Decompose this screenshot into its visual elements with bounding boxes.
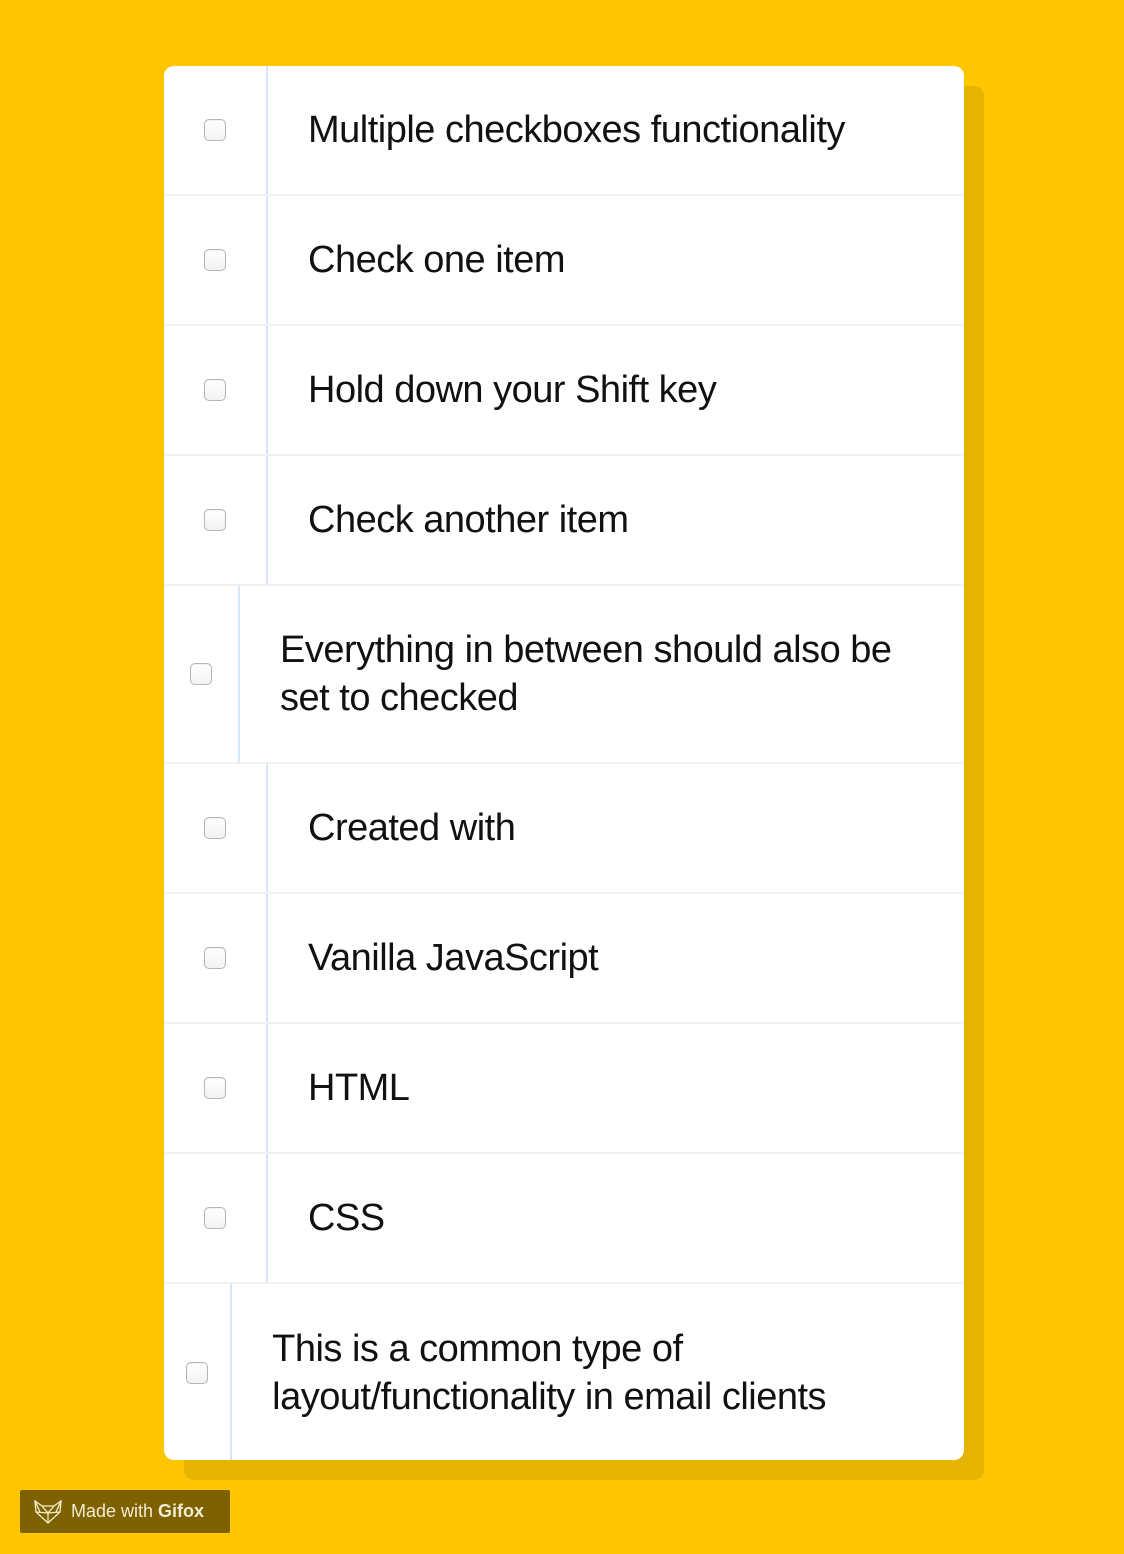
checkbox-cell: [164, 326, 268, 454]
checkbox-cell: [164, 586, 241, 762]
item-label: Everything in between should also be set…: [280, 629, 892, 719]
item-label: Hold down your Shift key: [308, 369, 717, 411]
item-label: Vanilla JavaScript: [308, 937, 599, 979]
list-item[interactable]: Hold down your Shift key: [164, 326, 964, 456]
list-item[interactable]: Vanilla JavaScript: [164, 894, 964, 1024]
item-label: Multiple checkboxes functionality: [308, 109, 845, 151]
item-checkbox[interactable]: [204, 379, 226, 401]
checkbox-cell: [164, 196, 268, 324]
list-item[interactable]: CSS: [164, 1154, 964, 1284]
item-label: Check one item: [308, 239, 566, 281]
item-checkbox[interactable]: [204, 119, 226, 141]
badge-prefix: Made with: [71, 1501, 154, 1521]
list-item[interactable]: Created with: [164, 764, 964, 894]
fox-icon: [34, 1499, 62, 1524]
checkbox-cell: [164, 66, 268, 194]
list-item[interactable]: HTML: [164, 1024, 964, 1154]
item-checkbox[interactable]: [190, 663, 213, 685]
checkbox-cell: [164, 764, 268, 892]
item-label: Check another item: [308, 499, 629, 541]
list-item[interactable]: This is a common type of layout/function…: [164, 1284, 964, 1460]
item-checkbox[interactable]: [186, 1362, 209, 1384]
item-label: HTML: [308, 1067, 410, 1109]
item-checkbox[interactable]: [204, 1077, 226, 1099]
checkbox-list: Multiple checkboxes functionality Check …: [164, 66, 964, 1460]
checkbox-cell: [164, 1154, 268, 1282]
item-checkbox[interactable]: [204, 947, 226, 969]
item-label: Created with: [308, 807, 516, 849]
item-checkbox[interactable]: [204, 1207, 226, 1229]
made-with-gifox-badge[interactable]: Made with Gifox: [20, 1490, 230, 1533]
list-item[interactable]: Multiple checkboxes functionality: [164, 66, 964, 196]
checkbox-cell: [164, 1284, 233, 1460]
list-item[interactable]: Everything in between should also be set…: [164, 586, 964, 764]
checkbox-cell: [164, 894, 268, 1022]
item-checkbox[interactable]: [204, 509, 226, 531]
item-label: This is a common type of layout/function…: [272, 1328, 827, 1418]
list-item[interactable]: Check another item: [164, 456, 964, 586]
item-checkbox[interactable]: [204, 249, 226, 271]
item-label: CSS: [308, 1197, 385, 1239]
list-item[interactable]: Check one item: [164, 196, 964, 326]
badge-brand: Gifox: [158, 1501, 205, 1521]
item-checkbox[interactable]: [204, 817, 226, 839]
checkbox-cell: [164, 1024, 268, 1152]
checkbox-cell: [164, 456, 268, 584]
